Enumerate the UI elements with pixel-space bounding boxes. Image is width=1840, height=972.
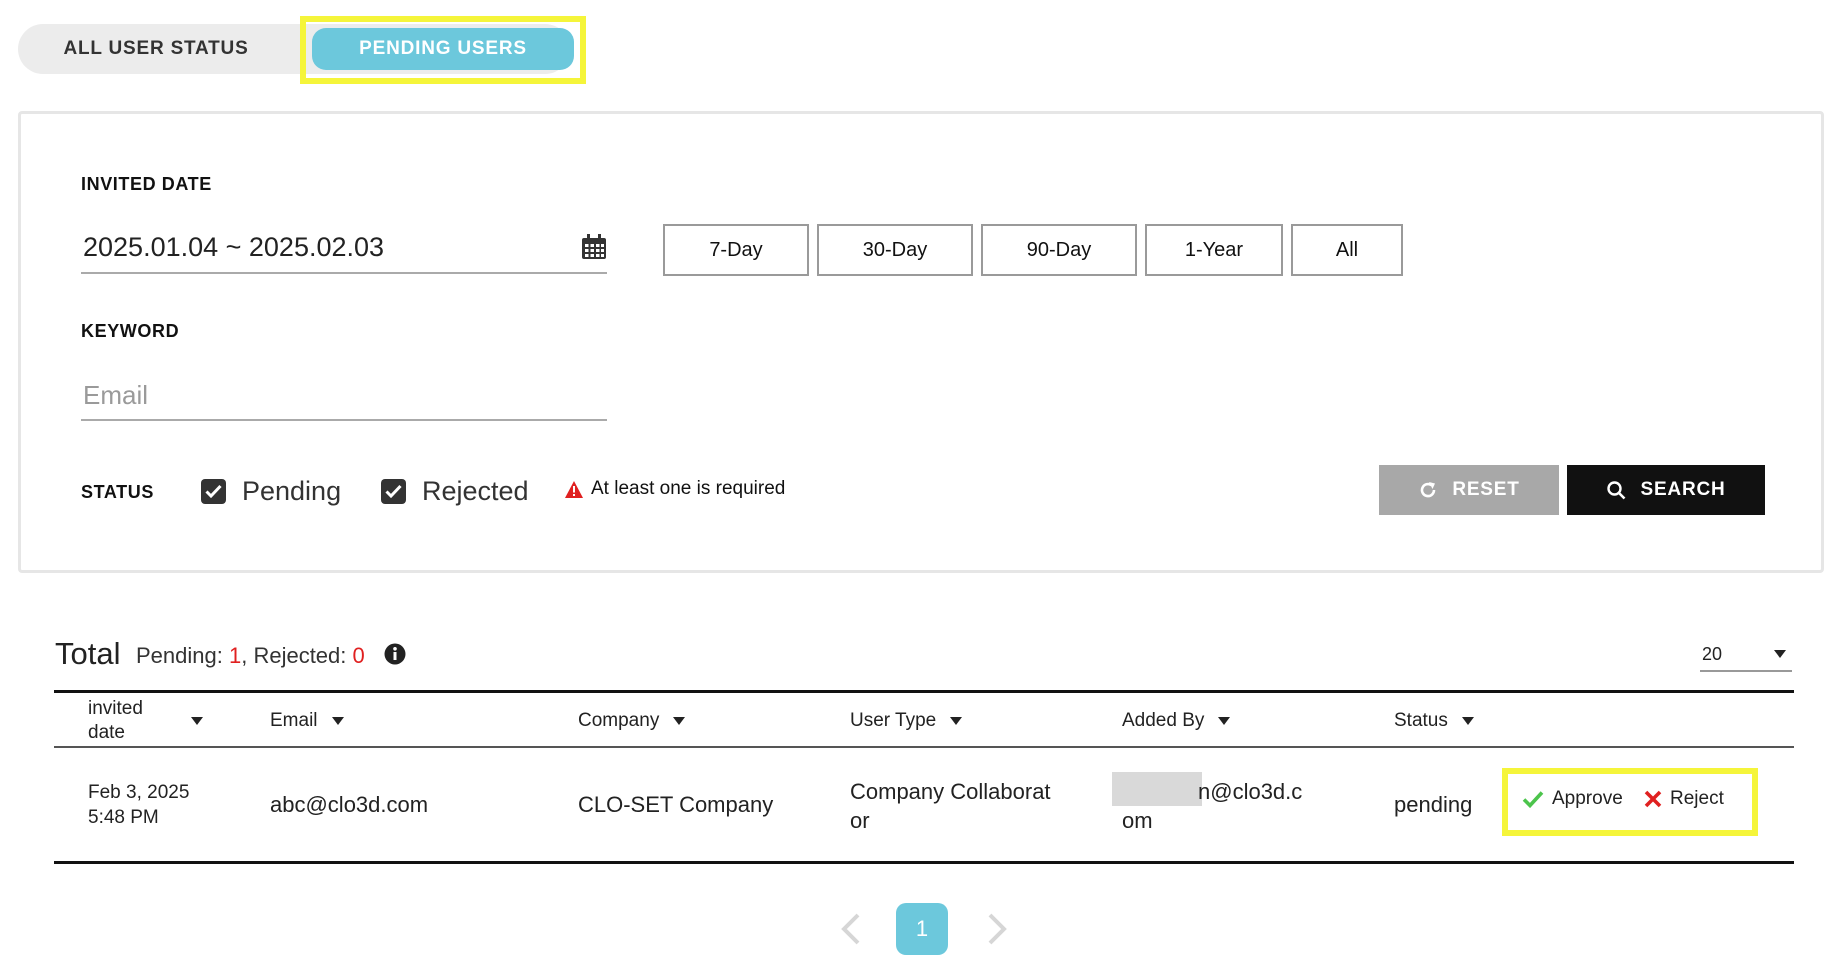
status-checkbox-pending[interactable]: Pending	[201, 476, 341, 506]
checkbox-checked-icon	[381, 478, 406, 504]
status-warning: At least one is required	[565, 478, 785, 500]
column-header-label: Company	[578, 709, 660, 731]
status-checkbox-rejected[interactable]: Rejected	[381, 476, 529, 506]
user-type-line: or	[850, 808, 870, 833]
cell-added-by: n@clo3d.c	[1198, 777, 1302, 806]
tab-pending-users[interactable]: PENDING USERS	[312, 28, 574, 70]
column-header-invited-date[interactable]: invited date	[88, 693, 203, 748]
chevron-left-icon[interactable]	[838, 912, 864, 946]
added-by-line: n@clo3d.c	[1198, 779, 1303, 804]
range-button-1-year[interactable]: 1-Year	[1145, 224, 1283, 276]
added-by-line: om	[1122, 808, 1153, 833]
status-label: STATUS	[81, 482, 154, 502]
user-type-line: Company Collaborat	[850, 779, 1051, 804]
chevron-down-icon	[1774, 650, 1786, 658]
reject-label: Reject	[1670, 788, 1724, 809]
column-header-line: invited	[88, 697, 143, 719]
highlight-box-pending-tab: PENDING USERS	[300, 16, 586, 84]
column-header-label: invited date	[88, 697, 143, 745]
highlight-box-row-actions: Approve Reject	[1502, 768, 1758, 836]
pending-count-label: Pending:	[136, 643, 229, 668]
column-header-label: Added By	[1122, 709, 1205, 731]
filter-panel: INVITED DATE 2025.01.04 ~ 2025.02.03 7-D…	[18, 111, 1824, 573]
column-header-added-by[interactable]: Added By	[1122, 693, 1231, 748]
sort-caret-icon	[950, 716, 963, 725]
total-title: Total	[55, 636, 121, 671]
keyword-field	[81, 369, 607, 421]
column-header-label: Email	[270, 709, 318, 731]
status-option-label: Rejected	[422, 475, 529, 506]
page-number-current[interactable]: 1	[896, 903, 948, 955]
column-header-line: date	[88, 721, 125, 743]
calendar-icon[interactable]	[581, 234, 607, 260]
approve-label: Approve	[1552, 788, 1623, 809]
chevron-right-icon[interactable]	[984, 912, 1010, 946]
rejected-count: 0	[352, 643, 365, 668]
column-header-label: User Type	[850, 709, 937, 731]
redacted-block	[1112, 772, 1202, 806]
rejected-count-label: , Rejected:	[241, 643, 353, 668]
cell-email: abc@clo3d.com	[270, 792, 429, 817]
column-header-label: Status	[1394, 709, 1448, 731]
column-header-status[interactable]: Status	[1394, 693, 1474, 748]
pending-count: 1	[228, 643, 242, 668]
sort-caret-icon	[1461, 716, 1474, 725]
email-search-input[interactable]	[81, 377, 607, 413]
table-row: Feb 3, 2025 5:48 PM abc@clo3d.com CLO-SET…	[54, 748, 1794, 864]
cell-company: CLO-SET Company	[578, 792, 774, 817]
user-status-tabs: ALL USER STATUS PENDING USERS	[18, 16, 586, 84]
page-size-select[interactable]: 20	[1700, 638, 1792, 672]
column-header-user-type[interactable]: User Type	[850, 693, 963, 748]
reset-button[interactable]: RESET	[1379, 465, 1559, 515]
search-icon	[1607, 481, 1626, 500]
keyword-label: KEYWORD	[81, 321, 180, 341]
check-icon	[1522, 791, 1544, 808]
cell-invited-date: Feb 3, 2025 5:48 PM	[88, 780, 189, 830]
approve-button[interactable]: Approve	[1522, 788, 1623, 810]
cell-added-by-wrap: om	[1122, 806, 1153, 835]
sort-caret-icon	[1218, 716, 1231, 725]
sort-caret-icon	[673, 716, 686, 725]
close-icon	[1644, 790, 1662, 808]
warning-icon	[565, 480, 583, 498]
range-button-7-day[interactable]: 7-Day	[663, 224, 809, 276]
column-header-company[interactable]: Company	[578, 693, 686, 748]
time-text: 5:48 PM	[88, 807, 159, 828]
column-header-email[interactable]: Email	[270, 693, 344, 748]
invited-date-label: INVITED DATE	[81, 174, 212, 194]
reject-button[interactable]: Reject	[1644, 788, 1724, 810]
range-button-all[interactable]: All	[1291, 224, 1403, 276]
warning-text: At least one is required	[591, 478, 786, 499]
date-range-picker[interactable]: 2025.01.04 ~ 2025.02.03	[81, 224, 607, 274]
range-button-90-day[interactable]: 90-Day	[981, 224, 1137, 276]
cell-status: pending	[1394, 792, 1473, 817]
table-header: invited date Email Company User Type Adde…	[54, 690, 1794, 748]
range-button-30-day[interactable]: 30-Day	[817, 224, 973, 276]
refresh-icon	[1421, 482, 1436, 498]
sort-caret-icon	[331, 716, 344, 725]
status-option-label: Pending	[242, 475, 342, 506]
page-size-value: 20	[1702, 644, 1723, 664]
cell-user-type: Company Collaborat or	[850, 777, 1051, 835]
search-button[interactable]: SEARCH	[1567, 465, 1765, 515]
reset-label: RESET	[1452, 479, 1520, 500]
date-range-value: 2025.01.04 ~ 2025.02.03	[83, 232, 385, 262]
total-counts: Pending: 1, Rejected: 0	[136, 643, 365, 669]
date-text: Feb 3, 2025	[88, 782, 190, 803]
search-label: SEARCH	[1640, 479, 1726, 500]
sort-caret-icon	[190, 716, 203, 725]
info-icon[interactable]	[384, 643, 406, 665]
checkbox-checked-icon	[201, 478, 226, 504]
tab-all-user-status[interactable]: ALL USER STATUS	[18, 24, 294, 74]
